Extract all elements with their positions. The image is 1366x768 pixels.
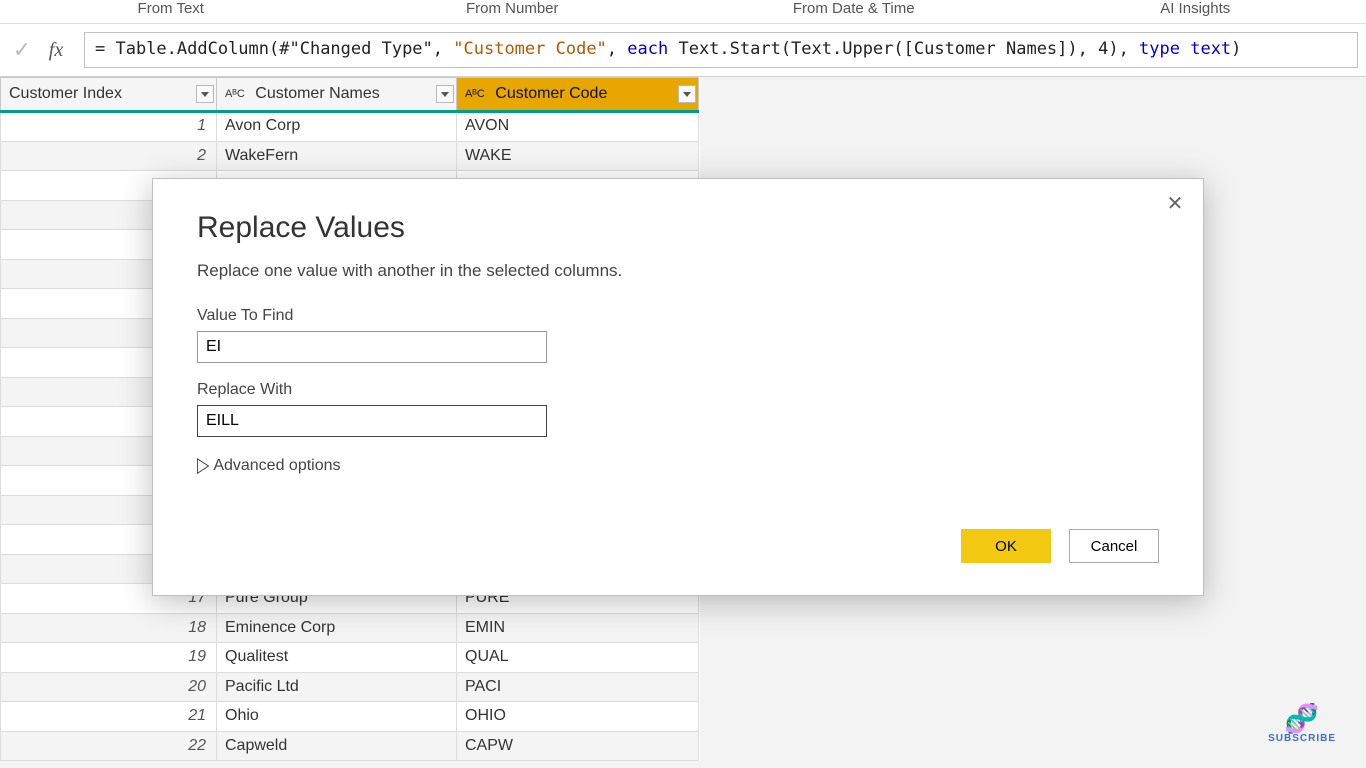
cell-code[interactable]: WAKE <box>457 141 699 171</box>
column-header-customer-index[interactable]: Customer Index <box>1 78 217 112</box>
type-text-icon: AᴮC <box>465 88 485 100</box>
advanced-options-toggle[interactable]: ▷Advanced options <box>197 455 1159 475</box>
ribbon-tabs: From Text From Number From Date & Time A… <box>0 0 1366 24</box>
cell-name[interactable]: Ohio <box>217 702 457 732</box>
replace-values-dialog: ✕ Replace Values Replace one value with … <box>152 178 1204 596</box>
formula-text: = <box>95 39 115 59</box>
cell-index[interactable]: 18 <box>1 613 217 643</box>
column-label: Customer Code <box>495 85 607 102</box>
cell-code[interactable]: AVON <box>457 112 699 142</box>
dialog-title: Replace Values <box>197 211 1159 245</box>
cancel-button[interactable]: Cancel <box>1069 529 1159 563</box>
close-icon[interactable]: ✕ <box>1163 191 1187 215</box>
dialog-buttons: OK Cancel <box>961 529 1159 563</box>
table-row[interactable]: 1Avon CorpAVON <box>1 112 699 142</box>
column-filter-icon[interactable] <box>436 85 454 103</box>
table-row[interactable]: 2WakeFernWAKE <box>1 141 699 171</box>
ribbon-tab-from-number[interactable]: From Number <box>342 0 684 23</box>
subscribe-badge: 🧬 SUBSCRIBE <box>1268 705 1336 744</box>
table-row[interactable]: 22CapweldCAPW <box>1 731 699 761</box>
table-row[interactable]: 19QualitestQUAL <box>1 643 699 673</box>
cell-index[interactable]: 2 <box>1 141 217 171</box>
value-to-find-input[interactable] <box>197 331 547 363</box>
label-value-to-find: Value To Find <box>197 307 1159 325</box>
subscribe-label: SUBSCRIBE <box>1268 733 1336 744</box>
cell-index[interactable]: 22 <box>1 731 217 761</box>
dialog-subtitle: Replace one value with another in the se… <box>197 261 1159 281</box>
ribbon-tab-ai-insights[interactable]: AI Insights <box>1025 0 1366 23</box>
formula-input[interactable]: = Table.AddColumn(#"Changed Type", "Cust… <box>84 32 1358 68</box>
cell-name[interactable]: Capweld <box>217 731 457 761</box>
column-filter-icon[interactable] <box>196 85 214 103</box>
cell-code[interactable]: PACI <box>457 672 699 702</box>
cell-index[interactable]: 1 <box>1 112 217 142</box>
cell-index[interactable]: 21 <box>1 702 217 732</box>
type-text-icon: AᴮC <box>225 88 245 100</box>
replace-with-input[interactable] <box>197 405 547 437</box>
column-header-customer-code[interactable]: AᴮC Customer Code <box>457 78 699 112</box>
formula-bar: ✓ fx = Table.AddColumn(#"Changed Type", … <box>0 24 1366 77</box>
cell-code[interactable]: QUAL <box>457 643 699 673</box>
column-filter-icon[interactable] <box>678 85 696 103</box>
cell-name[interactable]: Avon Corp <box>217 112 457 142</box>
chevron-right-icon: ▷ <box>197 452 209 478</box>
table-row[interactable]: 18Eminence CorpEMIN <box>1 613 699 643</box>
cell-code[interactable]: EMIN <box>457 613 699 643</box>
cell-index[interactable]: 20 <box>1 672 217 702</box>
cell-code[interactable]: CAPW <box>457 731 699 761</box>
cell-name[interactable]: Pacific Ltd <box>217 672 457 702</box>
fx-icon[interactable]: fx <box>36 39 76 62</box>
apply-check-icon[interactable]: ✓ <box>8 37 36 63</box>
ok-button[interactable]: OK <box>961 529 1051 563</box>
cell-code[interactable]: OHIO <box>457 702 699 732</box>
cell-index[interactable]: 19 <box>1 643 217 673</box>
ribbon-tab-from-text[interactable]: From Text <box>0 0 342 23</box>
ribbon-tab-from-date-time[interactable]: From Date & Time <box>683 0 1025 23</box>
column-label: Customer Names <box>255 85 379 102</box>
column-header-customer-names[interactable]: AᴮC Customer Names <box>217 78 457 112</box>
column-label: Customer Index <box>9 85 122 102</box>
cell-name[interactable]: WakeFern <box>217 141 457 171</box>
advanced-options-label: Advanced options <box>213 457 340 474</box>
table-row[interactable]: 21OhioOHIO <box>1 702 699 732</box>
dna-logo-icon: 🧬 <box>1268 705 1336 733</box>
cell-name[interactable]: Qualitest <box>217 643 457 673</box>
cell-name[interactable]: Eminence Corp <box>217 613 457 643</box>
label-replace-with: Replace With <box>197 381 1159 399</box>
table-row[interactable]: 20Pacific LtdPACI <box>1 672 699 702</box>
